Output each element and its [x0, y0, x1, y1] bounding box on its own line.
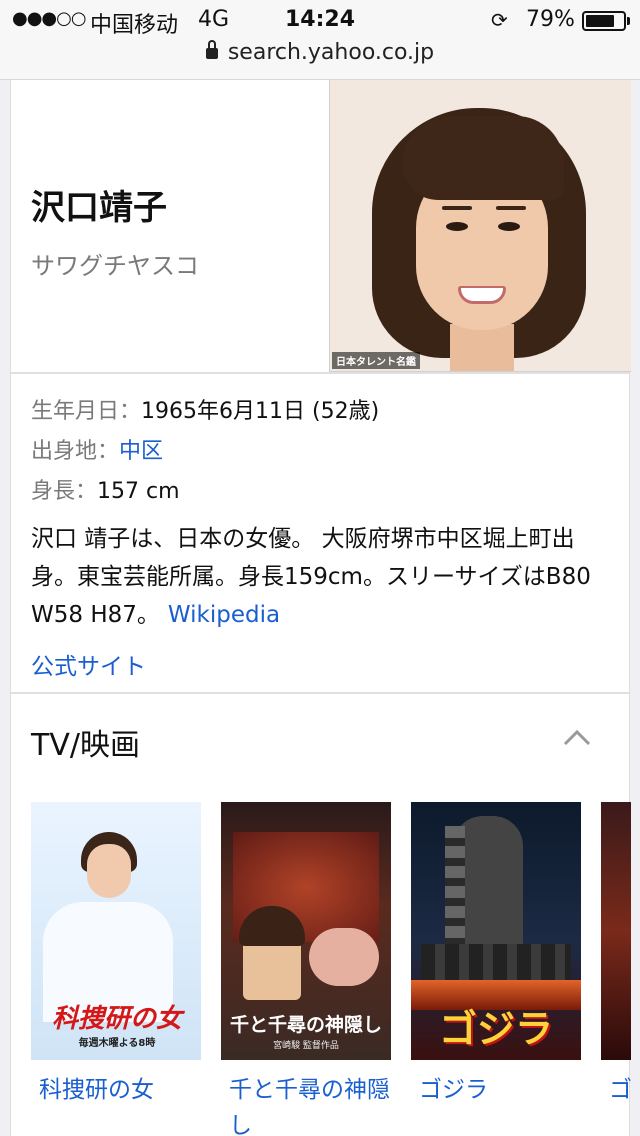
media-poster[interactable] — [601, 802, 631, 1060]
battery-level — [586, 15, 614, 27]
knowledge-panel: 沢口靖子 サワグチヤスコ 日本タレント名鑑 生年月日：1965年6月11日 (5… — [10, 80, 631, 1136]
battery-icon — [582, 11, 626, 31]
person-photo[interactable]: 日本タレント名鑑 — [329, 80, 631, 372]
photo-right-brow — [496, 206, 526, 210]
media-tile[interactable]: 千と千尋の神隠し 宮崎駿 監督作品 千と千尋の神隠し — [221, 802, 391, 1136]
media-tile[interactable]: 科捜研の女 毎週木曜よる8時 科捜研の女 — [31, 802, 201, 1108]
photo-left-eye — [446, 222, 468, 231]
chevron-up-icon[interactable] — [563, 724, 591, 752]
photo-right-eye — [498, 222, 520, 231]
poster-subtitle: 毎週木曜よる8時 — [78, 1038, 156, 1049]
person-kana: サワグチヤスコ — [31, 252, 199, 280]
description-text: 沢口 靖子は、日本の女優。 大阪府堺市中区堀上町出身。東宝芸能所属。身長159c… — [31, 526, 591, 628]
divider — [11, 692, 629, 694]
photo-bangs — [402, 116, 564, 200]
address-bar[interactable]: search.yahoo.co.jp — [0, 40, 640, 65]
fact-height-value: 157 cm — [97, 479, 180, 504]
poster-figure-head — [87, 844, 131, 898]
poster-title: 科捜研の女 — [51, 1004, 182, 1034]
browser-header: ●●●○○ 中国移动 4G 14:24 ⟳ 79% search.yahoo.c… — [0, 0, 640, 80]
media-title-link[interactable]: 科捜研の女 — [31, 1072, 201, 1108]
status-bar: ●●●○○ 中国移动 4G 14:24 ⟳ 79% — [0, 0, 640, 40]
divider — [11, 372, 629, 374]
fact-birth: 生年月日：1965年6月11日 (52歳) — [31, 392, 379, 432]
url-text: search.yahoo.co.jp — [227, 40, 435, 65]
fact-height: 身長：157 cm — [31, 472, 379, 512]
fact-height-label: 身長： — [31, 479, 98, 504]
battery-tip — [627, 17, 630, 25]
official-site-link[interactable]: 公式サイト — [31, 647, 146, 681]
poster-title: 千と千尋の神隠し — [229, 1014, 382, 1036]
poster-figure-spikes — [445, 826, 465, 946]
fact-birth-label: 生年月日： — [31, 399, 142, 424]
media-poster[interactable]: 千と千尋の神隠し 宮崎駿 監督作品 — [221, 802, 391, 1060]
photo-left-brow — [442, 206, 472, 210]
poster-title: ゴジラ — [438, 1007, 553, 1051]
rotation-lock-icon: ⟳ — [491, 8, 508, 32]
description: 沢口 靖子は、日本の女優。 大阪府堺市中区堀上町出身。東宝芸能所属。身長159c… — [31, 520, 611, 634]
fact-origin: 出身地：中区 — [31, 432, 379, 472]
facts-list: 生年月日：1965年6月11日 (52歳) 出身地：中区 身長：157 cm — [31, 392, 379, 512]
tv-section-title: TV/映画 — [31, 728, 140, 763]
media-poster[interactable]: ゴジラ — [411, 802, 581, 1060]
media-title-link[interactable]: ゴ — [601, 1072, 631, 1108]
photo-neck — [450, 324, 514, 371]
photo-credit: 日本タレント名鑑 — [332, 352, 420, 369]
wikipedia-link[interactable]: Wikipedia — [168, 602, 280, 628]
fact-birth-value: 1965年6月11日 (52歳) — [141, 399, 380, 424]
media-title-link[interactable]: ゴジラ — [411, 1072, 581, 1108]
media-title-link[interactable]: 千と千尋の神隠し — [221, 1072, 391, 1136]
battery-percent: 79% — [526, 7, 575, 32]
media-tile[interactable]: ゴ — [601, 802, 631, 1108]
fact-origin-link[interactable]: 中区 — [119, 439, 163, 464]
poster-subtitle: 宮崎駿 監督作品 — [273, 1041, 339, 1051]
poster-figure-pig — [309, 928, 379, 986]
lock-icon — [205, 40, 218, 59]
person-name: 沢口靖子 — [31, 188, 167, 228]
photo-smile — [458, 286, 506, 304]
fact-origin-label: 出身地： — [31, 439, 120, 464]
media-tile[interactable]: ゴジラ ゴジラ — [411, 802, 581, 1108]
media-poster[interactable]: 科捜研の女 毎週木曜よる8時 — [31, 802, 201, 1060]
